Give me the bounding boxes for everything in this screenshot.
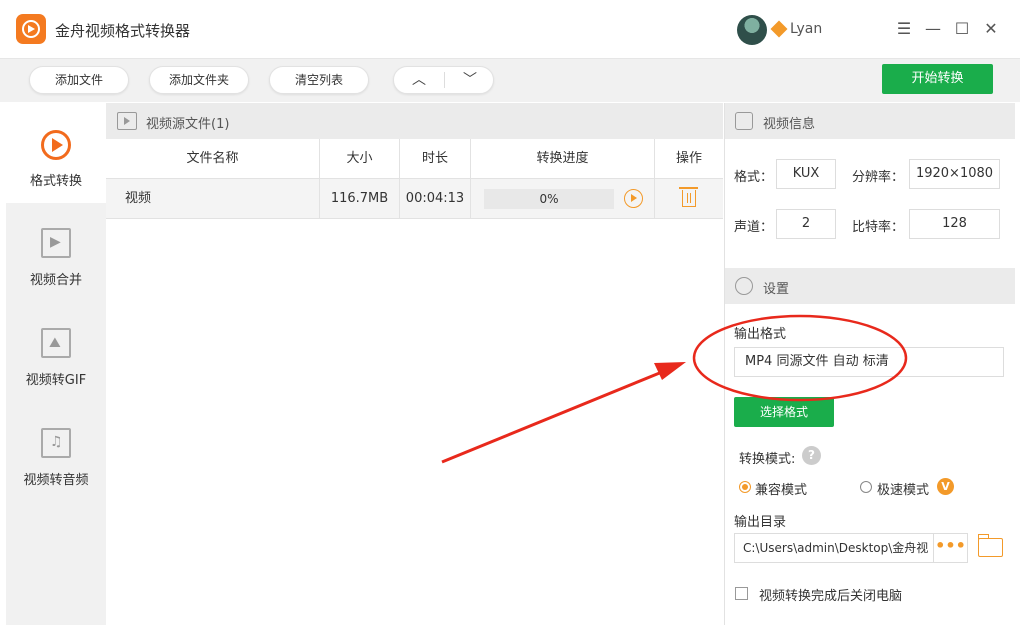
right-panel: 视频信息 格式： KUX 分辨率： 1920×1080 声道： 2 比特率： 1… [724, 103, 1015, 625]
compat-mode-label[interactable]: 兼容模式 [755, 479, 807, 498]
output-dir-label: 输出目录 [734, 515, 787, 530]
column-header-name: 文件名称 [106, 139, 320, 179]
select-format-button[interactable]: 选择格式 [734, 397, 834, 427]
username[interactable]: Lyan [790, 21, 822, 37]
clear-list-button[interactable]: 清空列表 [269, 66, 369, 94]
app-logo-icon [16, 14, 46, 44]
file-duration: 00:04:13 [400, 179, 471, 218]
video-file-icon [117, 112, 137, 130]
file-panel-title: 视频源文件(1) [146, 117, 230, 132]
column-header-duration: 时长 [400, 139, 471, 179]
settings-header: 设置 [725, 268, 1015, 304]
move-up-button[interactable]: ︿ [394, 67, 444, 93]
user-avatar[interactable] [737, 15, 767, 45]
vip-badge-icon: V [937, 478, 954, 495]
video-info-icon [735, 112, 753, 130]
output-format-field[interactable]: MP4 同源文件 自动 标清 [734, 347, 1004, 377]
sidebar-item-label: 视频转GIF [25, 373, 87, 388]
add-folder-button[interactable]: 添加文件夹 [149, 66, 249, 94]
help-icon[interactable]: ? [802, 446, 821, 465]
file-list: 文件名称 大小 时长 转换进度 操作 视频 116.7MB 00:04:13 0… [106, 139, 723, 625]
app-title: 金舟视频格式转换器 [55, 22, 191, 40]
output-format-label: 输出格式 [734, 327, 787, 342]
resolution-value: 1920×1080 [909, 159, 1000, 189]
shutdown-checkbox[interactable] [735, 587, 748, 600]
move-buttons-group: ︿ ﹀ [393, 66, 494, 94]
column-header-progress: 转换进度 [471, 139, 655, 179]
format-value: KUX [776, 159, 836, 189]
sidebar-item-video-gif[interactable]: ⛰ 视频转GIF [6, 303, 106, 403]
sidebar-item-label: 视频转音频 [23, 473, 89, 488]
title-bar: 金舟视频格式转换器 Lyan ☰ — ☐ ✕ [0, 0, 1020, 58]
trash-icon[interactable] [679, 187, 698, 207]
music-icon: ♫ [41, 428, 71, 458]
close-button[interactable]: ✕ [978, 16, 1004, 42]
sidebar-item-video-merge[interactable]: ▶ 视频合并 [6, 203, 106, 303]
browse-button[interactable]: ••• [934, 533, 968, 563]
image-icon: ⛰ [41, 328, 71, 358]
sidebar-item-video-audio[interactable]: ♫ 视频转音频 [6, 403, 106, 503]
radio-compat-mode[interactable] [739, 481, 751, 493]
minimize-button[interactable]: — [920, 16, 946, 42]
folder-icon[interactable] [978, 534, 1003, 557]
maximize-button[interactable]: ☐ [949, 16, 975, 42]
radio-fast-mode[interactable] [860, 481, 872, 493]
start-convert-button[interactable]: 开始转换 [882, 64, 993, 94]
vip-gem-icon [770, 20, 788, 38]
video-info-title: 视频信息 [763, 117, 816, 132]
progress-bar: 0% [484, 189, 614, 209]
resolution-label: 分辨率： [852, 170, 905, 185]
file-name: 视频 [106, 179, 320, 218]
add-file-button[interactable]: 添加文件 [29, 66, 129, 94]
bitrate-label: 比特率： [852, 220, 905, 235]
sidebar-item-format-convert[interactable]: 格式转换 [6, 103, 106, 203]
convert-icon [41, 130, 71, 160]
play-icon[interactable] [624, 189, 643, 208]
channel-label: 声道： [734, 220, 774, 235]
menu-icon[interactable]: ☰ [891, 16, 917, 42]
sidebar: 格式转换 ▶ 视频合并 ⛰ 视频转GIF ♫ 视频转音频 [6, 103, 106, 625]
format-label: 格式： [734, 170, 774, 185]
move-down-button[interactable]: ﹀ [445, 67, 495, 93]
gear-icon [735, 277, 753, 295]
table-header: 文件名称 大小 时长 转换进度 操作 [106, 139, 723, 179]
sidebar-item-label: 视频合并 [29, 273, 82, 288]
convert-mode-label: 转换模式: [739, 452, 796, 467]
column-header-size: 大小 [320, 139, 400, 179]
merge-icon: ▶ [41, 228, 71, 258]
shutdown-label[interactable]: 视频转换完成后关闭电脑 [759, 585, 902, 604]
toolbar: 添加文件 添加文件夹 清空列表 ︿ ﹀ 开始转换 [0, 58, 1020, 102]
output-dir-input[interactable]: C:\Users\admin\Desktop\金舟视 [734, 533, 934, 563]
file-size: 116.7MB [320, 179, 400, 218]
bitrate-value: 128 [909, 209, 1000, 239]
fast-mode-label[interactable]: 极速模式 [877, 479, 929, 498]
table-row[interactable]: 视频 116.7MB 00:04:13 0% [106, 179, 723, 219]
file-panel-header: 视频源文件(1) [106, 103, 723, 139]
channel-value: 2 [776, 209, 836, 239]
column-header-action: 操作 [675, 151, 702, 166]
sidebar-item-label: 格式转换 [29, 174, 82, 189]
video-info-header: 视频信息 [725, 103, 1015, 139]
settings-title: 设置 [763, 282, 790, 297]
